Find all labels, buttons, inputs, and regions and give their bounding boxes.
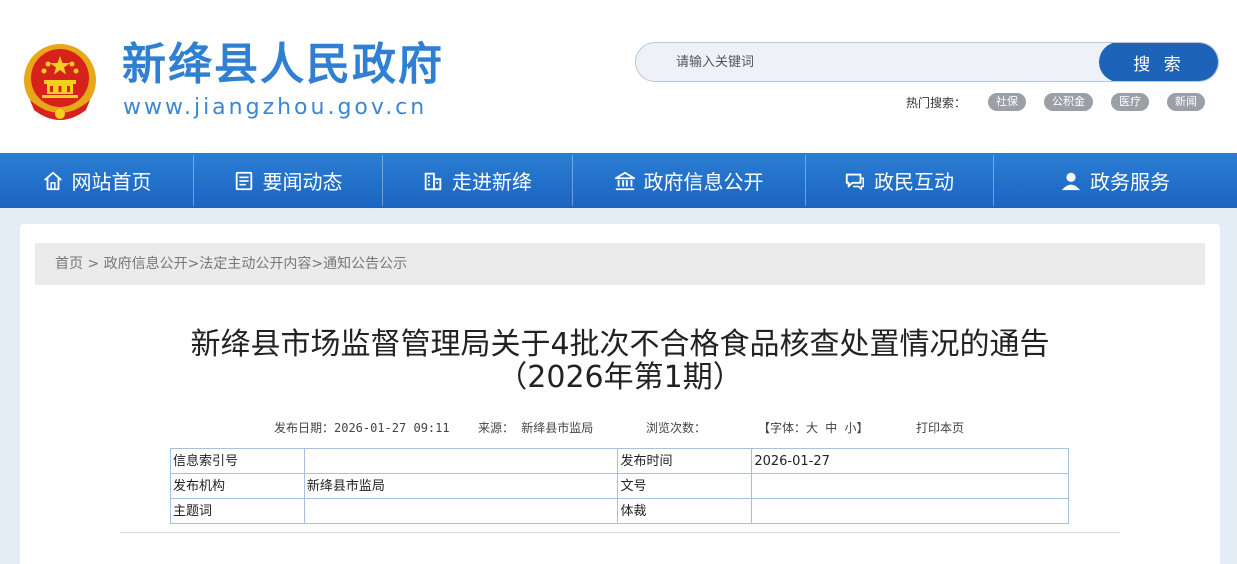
publish-date: 发布日期：2026-01-27 09:11 [274,421,450,435]
table-cell [303,498,619,524]
nav-item-label: 走进新绛 [452,170,532,194]
article-title-line2: （2026年第1期） [497,360,743,395]
article-title-line1: 新绛县市场监督管理局关于4批次不合格食品核查处置情况的通告 [190,327,1050,362]
table-row: 发布机构 新绛县市监局 文号 [170,473,1069,499]
nav-item-label: 要闻动态 [262,170,343,194]
main-nav: 网站首页 要闻动态 走进新绛 政府信息公开 政民互动 政务服务 [0,153,1237,208]
info-table: 信息索引号 发布时间 2026-01-27 发布机构 新绛县市监局 文号 主题词… [170,448,1069,524]
nav-item-interaction[interactable]: 政民互动 [805,153,993,208]
article-meta: 发布日期：2026-01-27 09:11 来源： 新绛县市监局 浏览次数： 【… [20,419,1220,437]
breadcrumb-statutory[interactable]: 法定主动公开内容 [199,256,311,272]
article-title: 新绛县市场监督管理局关于4批次不合格食品核查处置情况的通告 （2026年第1期） [20,328,1220,394]
search-box: 搜 索 [635,42,1219,82]
breadcrumb-separator: > [187,256,200,272]
table-cell: 发布时间 [617,448,753,474]
hot-search-label: 热门搜索： [905,95,966,110]
nav-item-home[interactable]: 网站首页 [0,153,193,208]
table-cell: 体裁 [617,498,753,524]
user-icon [1061,172,1081,190]
chat-icon [845,173,864,190]
table-cell: 发布机构 [170,473,305,499]
nav-item-news[interactable]: 要闻动态 [193,153,382,208]
breadcrumb-gov-info[interactable]: 政府信息公开 [104,256,188,272]
hot-search: 热门搜索： 社保 公积金 医疗 新闻 [906,92,1205,112]
search-input[interactable] [646,47,1096,77]
government-icon [614,171,635,190]
table-row: 主题词 体裁 [170,498,1069,524]
nav-item-label: 政府信息公开 [643,170,764,194]
article-content: 首页 > 政府信息公开>法定主动公开内容>通知公告公示 新绛县市场监督管理局关于… [20,224,1220,564]
hot-tag-social-security[interactable]: 社保 [988,93,1026,111]
building-icon [424,172,442,190]
nav-item-label: 政民互动 [874,170,954,194]
table-cell: 文号 [617,473,753,499]
breadcrumb-separator: > [311,256,324,272]
table-cell [751,473,1069,499]
site-title: 新绛县人民政府 [122,39,444,90]
print-link[interactable]: 打印本页 [916,419,964,436]
table-cell [751,498,1069,524]
divider [120,532,1120,533]
article-source: 来源： 新绛县市监局 [478,421,594,435]
breadcrumb-home[interactable]: 首页 [55,256,83,272]
nav-item-about[interactable]: 走进新绛 [382,153,572,208]
nav-item-label: 政务服务 [1090,170,1170,194]
table-cell: 信息索引号 [170,448,305,474]
table-cell: 主题词 [170,498,305,524]
font-size-controls[interactable]: 【字体：大 中 小】 [758,419,868,436]
table-row: 信息索引号 发布时间 2026-01-27 [170,448,1069,474]
table-cell: 新绛县市监局 [303,473,619,499]
view-count: 浏览次数： [646,421,707,435]
breadcrumb-separator: > [83,256,104,272]
nav-item-gov-info[interactable]: 政府信息公开 [572,153,805,208]
hot-tag-medical[interactable]: 医疗 [1111,93,1149,111]
search-button[interactable]: 搜 索 [1099,43,1218,81]
breadcrumb: 首页 > 政府信息公开>法定主动公开内容>通知公告公示 [35,243,1205,285]
site-url: www.jiangzhou.gov.cn [123,95,428,120]
news-icon [235,171,252,190]
site-header: 新绛县人民政府 www.jiangzhou.gov.cn 搜 索 热门搜索： 社… [0,0,1237,153]
table-cell [303,448,619,474]
nav-item-label: 网站首页 [71,170,152,194]
hot-tag-news[interactable]: 新闻 [1167,93,1205,111]
nav-item-services[interactable]: 政务服务 [993,153,1237,208]
home-icon [43,171,62,190]
national-emblem-icon [24,44,96,120]
table-cell: 2026-01-27 [751,448,1069,474]
breadcrumb-notices[interactable]: 通知公告公示 [323,256,407,272]
hot-tag-housing-fund[interactable]: 公积金 [1044,93,1093,111]
